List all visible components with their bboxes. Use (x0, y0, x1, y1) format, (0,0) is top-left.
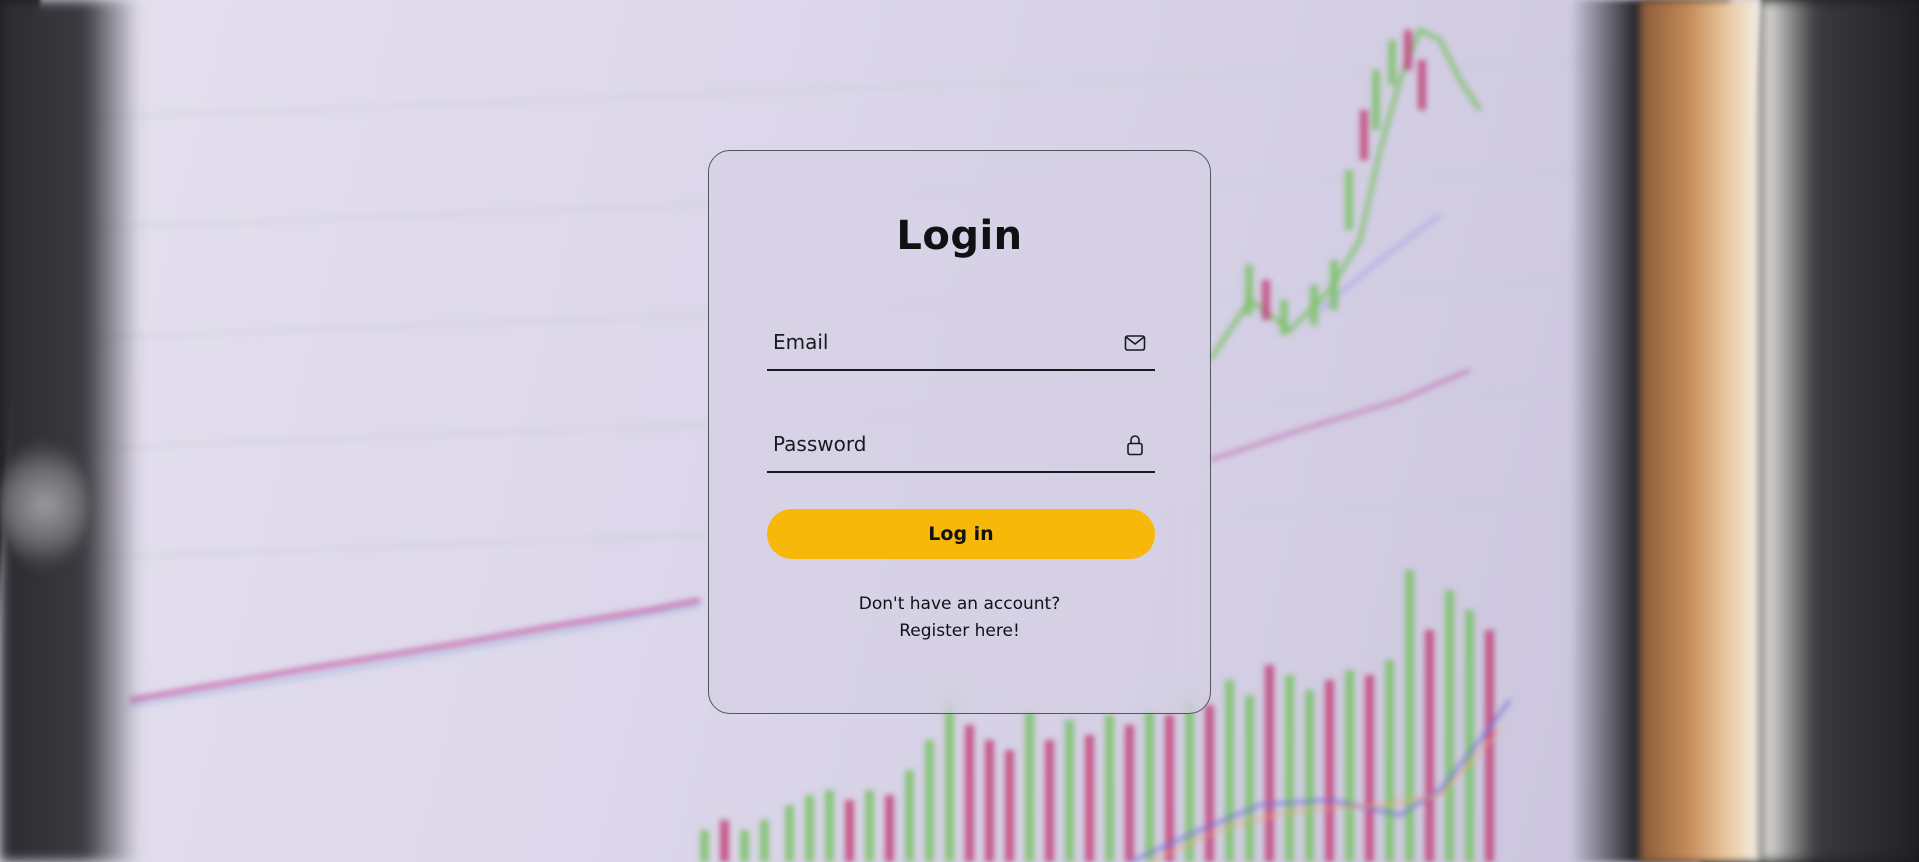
register-prompt: Don't have an account? (858, 594, 1061, 614)
background-far-right (1760, 0, 1919, 862)
background-wood-frame (1640, 0, 1760, 862)
login-card: Login Log in Don't have an account? Regi… (708, 150, 1211, 714)
register-link[interactable]: Register here! (709, 618, 1210, 645)
login-title: Login (896, 213, 1023, 259)
background-monitor-bezel-left (0, 0, 140, 862)
lock-icon (1127, 435, 1143, 456)
login-button[interactable]: Log in (767, 509, 1155, 559)
envelope-icon (1124, 335, 1146, 351)
register-section: Don't have an account? Register here! (709, 591, 1210, 645)
password-field-wrapper (767, 419, 1155, 473)
background-knob (0, 440, 90, 570)
email-field-wrapper (767, 317, 1155, 371)
password-input[interactable] (767, 419, 1113, 469)
email-input[interactable] (767, 317, 1113, 367)
login-page: Login Log in Don't have an account? Regi… (0, 0, 1919, 862)
